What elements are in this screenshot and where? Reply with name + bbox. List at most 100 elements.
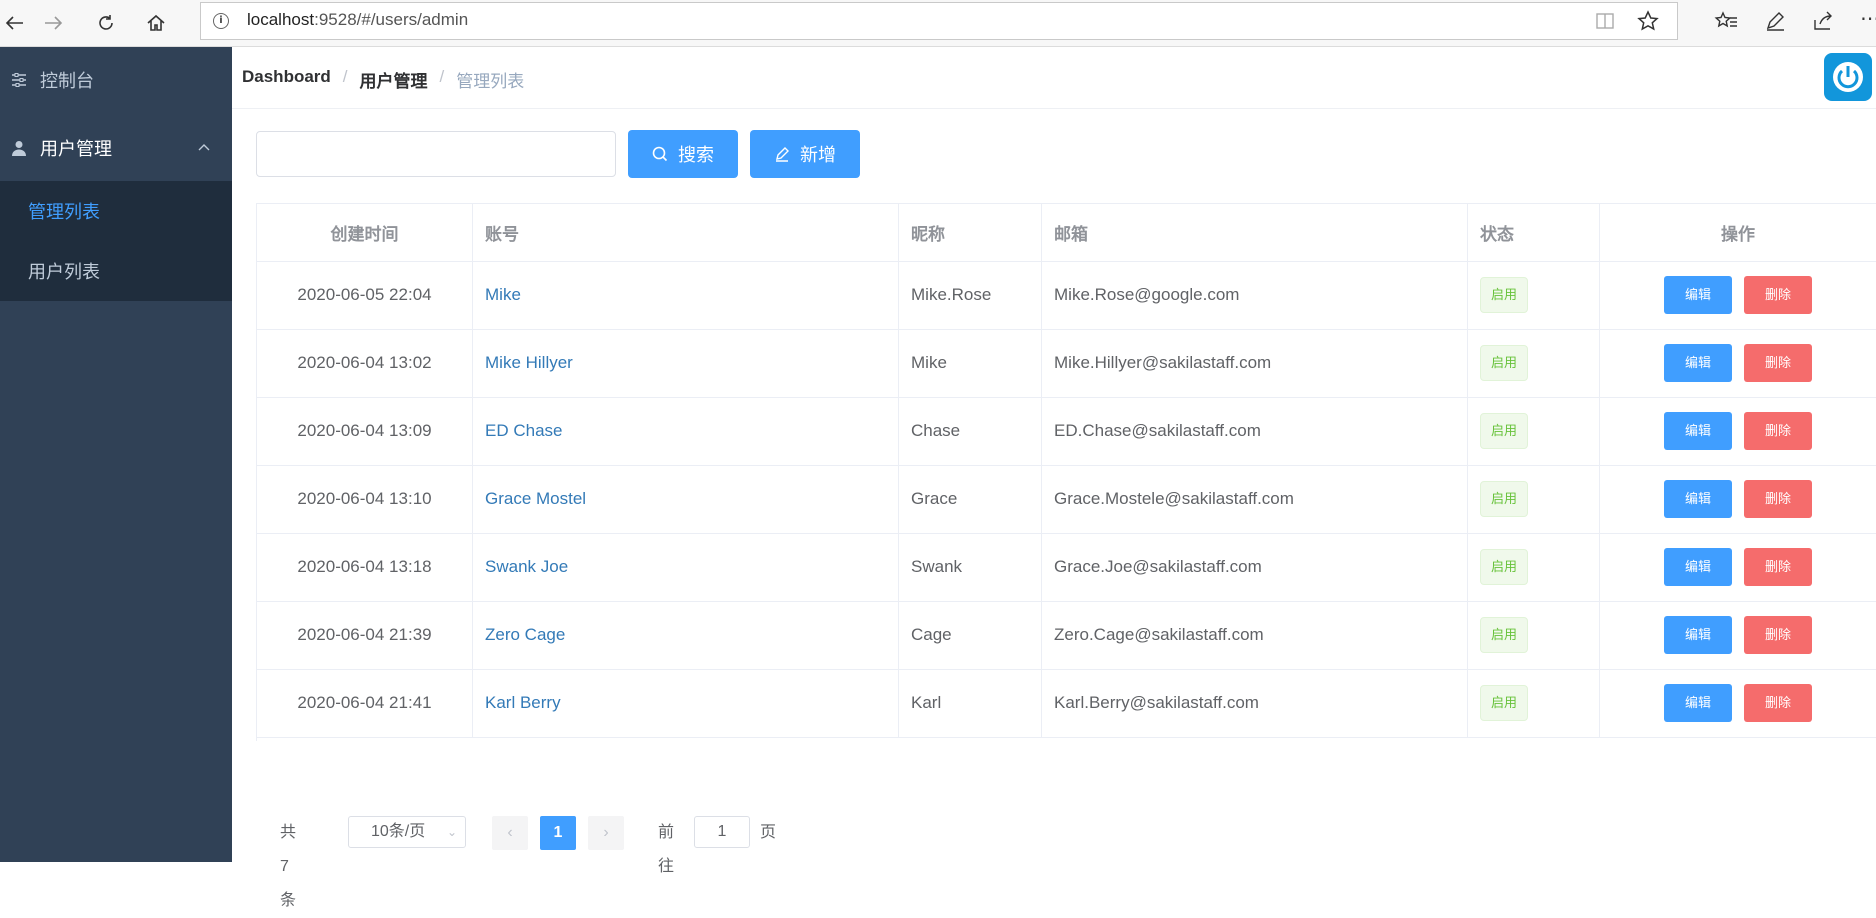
cell-status: 启用 <box>1468 261 1600 329</box>
sidebar-item-admin-list[interactable]: 管理列表 <box>0 181 232 241</box>
delete-button[interactable]: 删除 <box>1744 480 1812 518</box>
next-page-button[interactable]: › <box>588 816 624 850</box>
cell-email: Zero.Cage@sakilastaff.com <box>1042 601 1468 669</box>
pen-icon[interactable] <box>1764 10 1786 32</box>
cell-account: Zero Cage <box>473 601 899 669</box>
sidebar-item-user-list[interactable]: 用户列表 <box>0 241 232 301</box>
share-icon[interactable] <box>1812 10 1834 32</box>
sidebar-subitem-label: 用户列表 <box>28 262 100 282</box>
table-row: 2020-06-04 13:09 ED Chase Chase ED.Chase@sa… <box>257 397 1876 466</box>
account-link[interactable]: Zero Cage <box>485 625 565 645</box>
add-button[interactable]: 新增 <box>750 130 860 178</box>
cell-account: Grace Mostel <box>473 465 899 533</box>
cell-actions: 编辑 删除 <box>1600 465 1876 533</box>
account-link[interactable]: Grace Mostel <box>485 489 586 509</box>
user-icon <box>12 141 26 156</box>
cell-status: 启用 <box>1468 533 1600 601</box>
chevron-down-icon: ⌄ <box>446 825 457 839</box>
reading-view-icon[interactable] <box>1595 12 1615 30</box>
edit-button[interactable]: 编辑 <box>1664 616 1732 654</box>
cell-created: 2020-06-04 13:18 <box>257 533 473 601</box>
status-badge: 启用 <box>1480 481 1529 517</box>
cell-nickname: Karl <box>899 669 1042 737</box>
delete-button[interactable]: 删除 <box>1744 412 1812 450</box>
cell-nickname: Mike.Rose <box>899 261 1042 329</box>
table-row: 2020-06-04 13:10 Grace Mostel Grace Grace.M… <box>257 465 1876 534</box>
table-row: 2020-06-04 13:18 Swank Joe Swank Grace.Joe@… <box>257 533 1876 602</box>
breadcrumb-item[interactable]: Dashboard <box>242 67 331 92</box>
goto-page-input[interactable]: 1 <box>694 816 750 848</box>
cell-actions: 编辑 删除 <box>1600 601 1876 669</box>
url-host: localhost <box>247 10 315 29</box>
delete-button[interactable]: 删除 <box>1744 276 1812 314</box>
account-link[interactable]: Mike <box>485 285 521 305</box>
account-link[interactable]: Swank Joe <box>485 557 568 577</box>
edit-button[interactable]: 编辑 <box>1664 276 1732 314</box>
cell-email: ED.Chase@sakilastaff.com <box>1042 397 1468 465</box>
table-row: 2020-06-04 21:41 Karl Berry Karl Karl.Berry… <box>257 669 1876 738</box>
status-badge: 启用 <box>1480 345 1529 381</box>
edit-button[interactable]: 编辑 <box>1664 684 1732 722</box>
chevron-right-icon: › <box>603 824 609 841</box>
submenu: 管理列表 用户列表 <box>0 181 232 301</box>
search-button[interactable]: 搜索 <box>628 130 738 178</box>
more-icon[interactable]: ⋯ <box>1860 6 1876 31</box>
delete-button[interactable]: 删除 <box>1744 548 1812 586</box>
delete-button[interactable]: 删除 <box>1744 616 1812 654</box>
edit-button[interactable]: 编辑 <box>1664 480 1732 518</box>
cell-account: Mike <box>473 261 899 329</box>
avatar[interactable] <box>1824 53 1872 101</box>
favorites-list-icon[interactable] <box>1714 10 1738 32</box>
cell-email: Mike.Hillyer@sakilastaff.com <box>1042 329 1468 397</box>
page-suffix: 页 <box>760 824 777 841</box>
col-header-account: 账号 <box>473 204 899 261</box>
status-badge: 启用 <box>1480 549 1529 585</box>
cell-status: 启用 <box>1468 329 1600 397</box>
delete-button[interactable]: 删除 <box>1744 684 1812 722</box>
cell-status: 启用 <box>1468 465 1600 533</box>
sidebar-item-user-management[interactable]: 用户管理 <box>0 115 232 181</box>
cell-account: Swank Joe <box>473 533 899 601</box>
cell-status: 启用 <box>1468 601 1600 669</box>
prev-page-button[interactable]: ‹ <box>492 816 528 850</box>
breadcrumb-item[interactable]: 用户管理 <box>360 67 428 92</box>
edit-icon <box>776 147 789 162</box>
pagination-total: 共 7 条 <box>280 824 297 909</box>
url-path: :9528/#/users/admin <box>314 10 469 29</box>
page-size-select[interactable]: 10条/页 ⌄ <box>348 816 466 848</box>
sidebar-item-label: 控制台 <box>40 71 94 91</box>
account-link[interactable]: ED Chase <box>485 421 562 441</box>
address-bar[interactable]: i localhost:9528/#/users/admin <box>200 2 1678 40</box>
page-number[interactable]: 1 <box>540 816 576 850</box>
cell-actions: 编辑 删除 <box>1600 329 1876 397</box>
delete-button[interactable]: 删除 <box>1744 344 1812 382</box>
cell-nickname: Grace <box>899 465 1042 533</box>
cell-created: 2020-06-04 21:41 <box>257 669 473 737</box>
add-button-label: 新增 <box>800 145 836 165</box>
user-table: 创建时间 账号 昵称 邮箱 状态 操作 2020-06-05 22:04 Mike… <box>256 203 1876 741</box>
favorite-star-icon[interactable] <box>1637 10 1659 32</box>
cell-account: Karl Berry <box>473 669 899 737</box>
refresh-icon[interactable] <box>88 0 124 46</box>
info-icon[interactable]: i <box>213 13 229 29</box>
breadcrumb-separator: / <box>342 67 348 86</box>
status-badge: 启用 <box>1480 277 1529 313</box>
back-icon[interactable] <box>0 0 28 46</box>
cell-created: 2020-06-04 13:02 <box>257 329 473 397</box>
col-header-created: 创建时间 <box>257 204 473 261</box>
sidebar-item-dashboard[interactable]: 控制台 <box>0 47 232 113</box>
edit-button[interactable]: 编辑 <box>1664 412 1732 450</box>
table-header-row: 创建时间 账号 昵称 邮箱 状态 操作 <box>257 204 1876 262</box>
table-row: 2020-06-05 22:04 Mike Mike.Rose Mike.Rose@g… <box>257 261 1876 330</box>
forward-icon[interactable] <box>36 0 72 46</box>
home-icon[interactable] <box>138 0 174 46</box>
browser-toolbar: i localhost:9528/#/users/admin ⋯ <box>0 0 1876 47</box>
account-link[interactable]: Karl Berry <box>485 693 561 713</box>
cell-email: Grace.Mostele@sakilastaff.com <box>1042 465 1468 533</box>
edit-button[interactable]: 编辑 <box>1664 548 1732 586</box>
search-input[interactable] <box>256 131 616 177</box>
cell-email: Grace.Joe@sakilastaff.com <box>1042 533 1468 601</box>
cell-status: 启用 <box>1468 397 1600 465</box>
account-link[interactable]: Mike Hillyer <box>485 353 573 373</box>
edit-button[interactable]: 编辑 <box>1664 344 1732 382</box>
